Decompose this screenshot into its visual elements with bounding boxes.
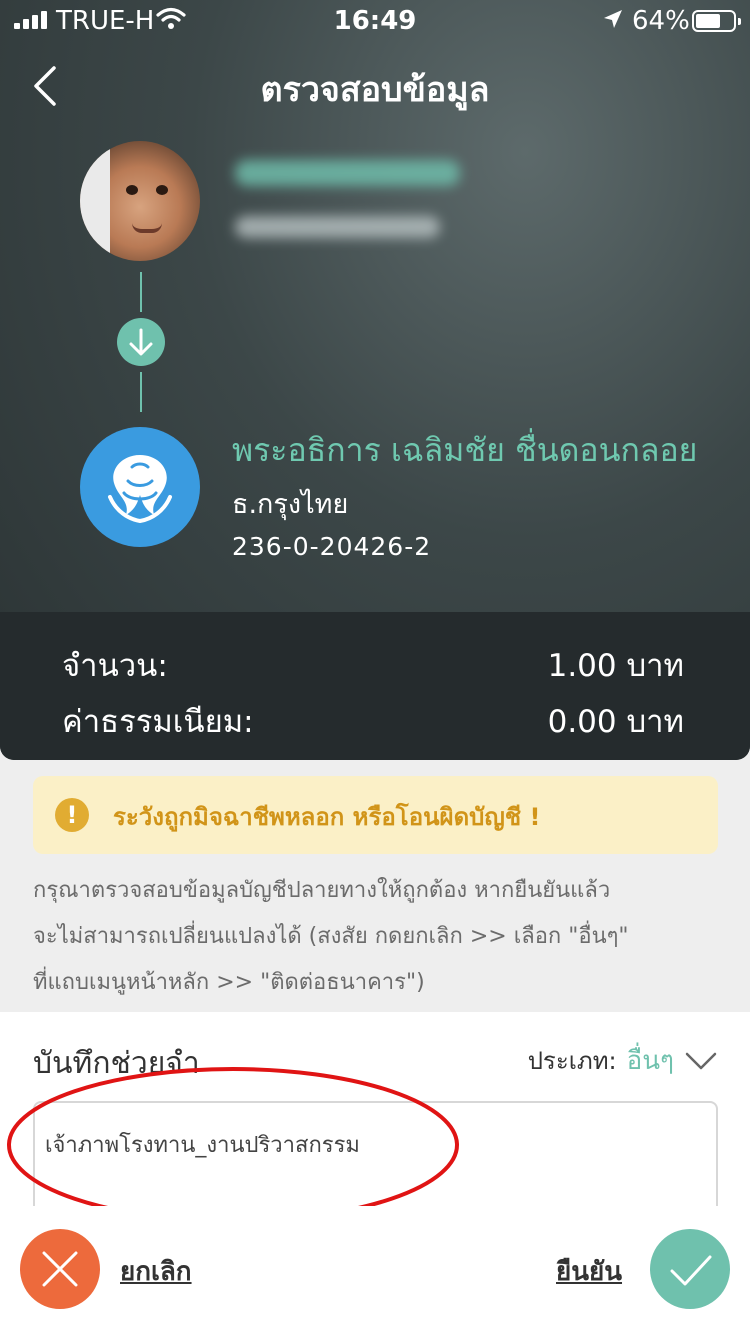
chevron-down-icon	[685, 1052, 717, 1069]
warning-text: ระวังถูกมิจฉาชีพหลอก หรือโอนผิดบัญชี !	[113, 803, 541, 831]
memo-type-selector[interactable]: ประเภท: อื่นๆ	[528, 1040, 718, 1081]
memo-type-value: อื่นๆ	[626, 1046, 674, 1076]
instructions-line: กรุณาตรวจสอบข้อมูลบัญชีปลายทางให้ถูกต้อง…	[33, 878, 611, 903]
instructions-line: ที่แถบเมนูหน้าหลัก >> "ติดต่อธนาคาร")	[33, 970, 425, 995]
close-icon	[42, 1251, 78, 1287]
instructions-line: จะไม่สามารถเปลี่ยนแปลงได้ (สงสัย กดยกเลิ…	[33, 924, 629, 949]
cancel-button[interactable]	[20, 1229, 100, 1309]
header-area: TRUE-H 16:49 64% ตรวจสอบข้อมูล พระอธิการ…	[0, 0, 750, 760]
footer-bar: ยกเลิก ยืนยัน	[0, 1206, 750, 1334]
fee-label: ค่าธรรมเนียม:	[62, 704, 254, 740]
red-annotation-circle	[7, 1067, 459, 1223]
sender-name-redacted	[235, 160, 460, 186]
recipient-bank: ธ.กรุงไทย	[232, 489, 349, 520]
cancel-link[interactable]: ยกเลิก	[120, 1251, 192, 1292]
status-bar: TRUE-H 16:49 64%	[0, 0, 750, 42]
confirm-link[interactable]: ยืนยัน	[556, 1251, 622, 1292]
battery-percent: 64%	[632, 6, 690, 36]
flow-line-top	[140, 272, 142, 312]
exclamation-icon: !	[55, 798, 89, 832]
amount-label: จำนวน:	[62, 648, 168, 684]
sender-avatar	[80, 141, 200, 261]
transfer-arrow	[117, 318, 165, 366]
amount-panel: จำนวน: 1.00 บาท ค่าธรรมเนียม: 0.00 บาท	[0, 612, 750, 760]
memo-type-label: ประเภท:	[527, 1047, 617, 1075]
flow-line-bottom	[140, 372, 142, 412]
bank-logo	[80, 427, 200, 547]
battery-icon	[692, 10, 741, 32]
fee-value: 0.00 บาท	[547, 704, 684, 740]
check-icon	[670, 1255, 712, 1286]
amount-value: 1.00 บาท	[547, 648, 684, 684]
page-title: ตรวจสอบข้อมูล	[260, 70, 490, 110]
location-icon	[602, 7, 624, 37]
recipient-account: 236-0-20426-2	[232, 532, 432, 561]
arrow-down-icon	[129, 328, 153, 356]
sender-account-redacted	[235, 216, 440, 238]
warning-box: ! ระวังถูกมิจฉาชีพหลอก หรือโอนผิดบัญชี !	[33, 776, 718, 854]
instructions-text: กรุณาตรวจสอบข้อมูลบัญชีปลายทางให้ถูกต้อง…	[33, 868, 733, 1006]
confirm-button[interactable]	[650, 1229, 730, 1309]
recipient-name: พระอธิการ เฉลิมชัย ชื่นดอนกลอย	[232, 431, 698, 469]
